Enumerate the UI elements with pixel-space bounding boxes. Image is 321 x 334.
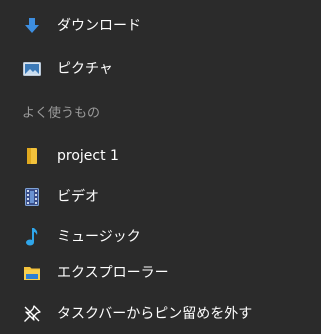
folder-icon — [22, 146, 42, 166]
jump-item-pictures[interactable]: ピクチャ — [0, 49, 321, 89]
unpin-icon — [22, 304, 42, 324]
jump-item-label: エクスプローラー — [57, 265, 169, 281]
jump-item-label: project 1 — [57, 148, 119, 164]
jump-item-videos[interactable]: ビデオ — [0, 177, 321, 217]
jump-item-label: タスクバーからピン留めを外す — [57, 306, 253, 322]
jump-item-label: ビデオ — [57, 189, 99, 205]
section-header-frequent: よく使うもの — [22, 106, 101, 121]
jump-item-label: ミュージック — [57, 229, 141, 245]
jump-item-downloads[interactable]: ダウンロード — [0, 6, 321, 46]
download-arrow-icon — [22, 16, 42, 36]
pictures-icon — [22, 59, 42, 79]
jump-list-menu: ダウンロード ピクチャ よく使うもの project 1 ビデオ ミュージック … — [0, 0, 321, 334]
jump-item-label: ダウンロード — [57, 18, 141, 34]
jump-item-label: ピクチャ — [57, 61, 113, 77]
file-explorer-icon — [22, 263, 42, 283]
jump-item-music[interactable]: ミュージック — [0, 217, 321, 257]
video-icon — [22, 187, 42, 207]
music-note-icon — [22, 227, 42, 247]
jump-item-file-explorer[interactable]: エクスプローラー — [0, 253, 321, 293]
unpin-from-taskbar-button[interactable]: タスクバーからピン留めを外す — [0, 294, 321, 334]
jump-item-project-1[interactable]: project 1 — [0, 136, 321, 176]
